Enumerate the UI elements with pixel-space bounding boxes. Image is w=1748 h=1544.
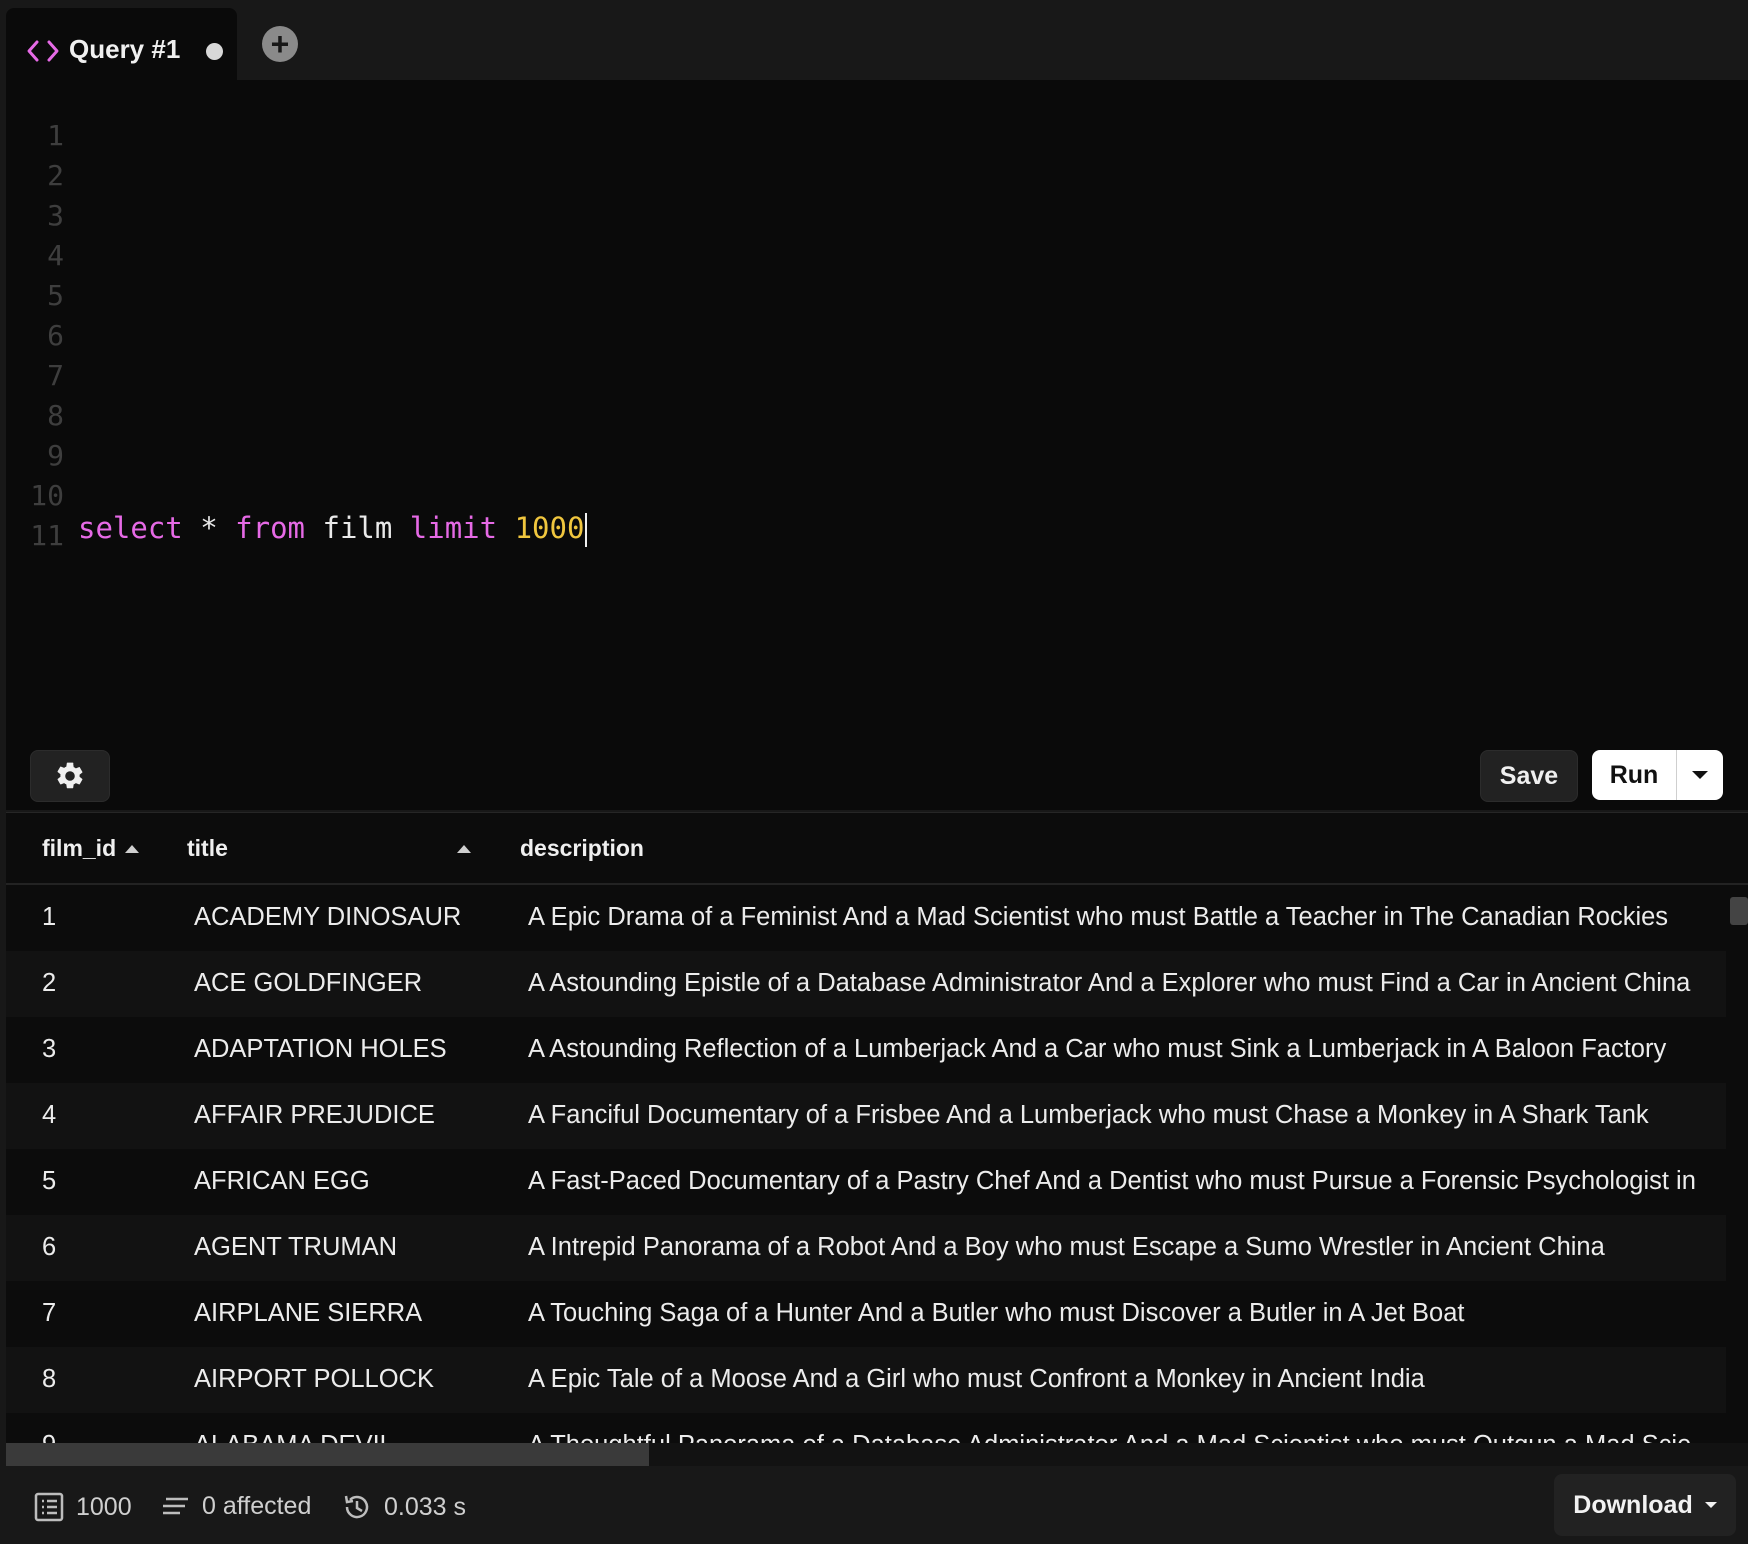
cell-description: A Intrepid Panorama of a Robot And a Boy… <box>528 1233 1605 1261</box>
tab-title: Query #1 <box>69 34 181 64</box>
cell-film-id: 1 <box>42 903 57 931</box>
download-label: Download <box>1573 1490 1693 1519</box>
keyword-select: select <box>78 511 183 545</box>
line-number: 3 <box>47 199 64 232</box>
table-header: film_id title description <box>6 813 1748 885</box>
cell-description: A Astounding Epistle of a Database Admin… <box>528 969 1691 997</box>
cell-title: AGENT TRUMAN <box>194 1233 398 1261</box>
cell-title: AFFAIR PREJUDICE <box>194 1101 435 1129</box>
keyword-from: from <box>235 511 306 545</box>
cell-description: A Touching Saga of a Hunter And a Butler… <box>528 1299 1465 1327</box>
cell-description: A Astounding Reflection of a Lumberjack … <box>528 1035 1667 1063</box>
cell-film-id: 8 <box>42 1365 57 1393</box>
code-line-4[interactable]: select * from film limit 1000 <box>78 508 588 548</box>
number-literal: 1000 <box>514 511 585 545</box>
line-number: 11 <box>30 519 64 552</box>
line-number: 6 <box>47 319 64 352</box>
gear-icon <box>57 762 83 789</box>
text-cursor <box>585 513 588 547</box>
run-options-button[interactable] <box>1677 750 1723 800</box>
run-button[interactable]: Run <box>1592 750 1677 800</box>
cell-title: ADAPTATION HOLES <box>194 1035 447 1063</box>
identifier-film: film <box>322 511 393 545</box>
cell-description: A Fanciful Documentary of a Frisbee And … <box>528 1101 1649 1129</box>
unsaved-dot-icon <box>206 43 223 60</box>
cell-description: A Epic Drama of a Feminist And a Mad Sci… <box>528 903 1669 931</box>
line-number-gutter: 1 2 3 4 5 6 7 8 9 10 11 <box>6 116 64 556</box>
line-number: 9 <box>47 439 64 472</box>
column-header-title[interactable]: title <box>187 835 228 862</box>
table-row[interactable]: 8 AIRPORT POLLOCK A Epic Tale of a Moose A… <box>6 1347 1726 1413</box>
duration-value: 0.033 s <box>384 1492 467 1521</box>
chevron-down-icon <box>1692 771 1708 779</box>
affected-value: 0 affected <box>202 1492 312 1520</box>
line-number: 8 <box>47 399 64 432</box>
add-tab-button[interactable]: + <box>262 26 298 62</box>
plus-icon: + <box>270 26 290 62</box>
cell-film-id: 4 <box>42 1101 57 1129</box>
table-rows-icon <box>34 1492 64 1522</box>
table-row[interactable]: 3 ADAPTATION HOLES A Astounding Reflection… <box>6 1017 1726 1083</box>
cell-description: A Fast-Paced Documentary of a Pastry Che… <box>528 1167 1696 1195</box>
sql-editor[interactable]: 1 2 3 4 5 6 7 8 9 10 11 select * from film limit 1… <box>6 80 1748 810</box>
line-number: 7 <box>47 359 64 392</box>
sort-asc-icon[interactable] <box>457 845 471 853</box>
lines-icon <box>163 1497 188 1514</box>
cell-film-id: 3 <box>42 1035 57 1063</box>
row-count: 1000 <box>34 1492 132 1522</box>
run-button-group: Run <box>1592 750 1723 800</box>
affected-count: 0 affected <box>160 1492 311 1521</box>
download-button[interactable]: Download <box>1554 1474 1736 1536</box>
row-count-value: 1000 <box>76 1492 132 1521</box>
code-icon <box>27 40 59 62</box>
cell-film-id: 2 <box>42 969 57 997</box>
line-number: 1 <box>47 119 64 152</box>
operator-star: * <box>200 511 218 545</box>
cell-title: ACADEMY DINOSAUR <box>194 903 462 931</box>
line-number: 5 <box>47 279 64 312</box>
table-row[interactable]: 7 AIRPLANE SIERRA A Touching Saga of a Hun… <box>6 1281 1726 1347</box>
column-header-description[interactable]: description <box>520 835 644 862</box>
table-row[interactable]: 1 ACADEMY DINOSAUR A Epic Drama of a Femin… <box>6 885 1726 951</box>
vertical-scroll-thumb[interactable] <box>1730 897 1748 925</box>
settings-button[interactable] <box>30 750 110 802</box>
status-bar: 1000 0 affected 0.033 s Download <box>6 1466 1748 1544</box>
cell-title: ACE GOLDFINGER <box>194 969 423 997</box>
cell-film-id: 5 <box>42 1167 57 1195</box>
line-number: 4 <box>47 239 64 272</box>
table-row[interactable]: 6 AGENT TRUMAN A Intrepid Panorama of a Ro… <box>6 1215 1726 1281</box>
chevron-down-icon <box>1704 1502 1717 1508</box>
save-button[interactable]: Save <box>1480 750 1578 802</box>
cell-film-id: 7 <box>42 1299 57 1327</box>
cell-title: AFRICAN EGG <box>194 1167 370 1195</box>
line-number: 2 <box>47 159 64 192</box>
keyword-limit: limit <box>409 511 498 545</box>
table-row[interactable]: 2 ACE GOLDFINGER A Astounding Epistle of a… <box>6 951 1726 1017</box>
results-table: film_id title description 1 ACADEMY DINOS… <box>6 812 1748 1467</box>
cell-title: AIRPLANE SIERRA <box>194 1299 423 1327</box>
column-header-film-id[interactable]: film_id <box>42 835 116 862</box>
cell-title: AIRPORT POLLOCK <box>194 1365 434 1393</box>
table-row[interactable]: 5 AFRICAN EGG A Fast-Paced Documentary of … <box>6 1149 1726 1215</box>
line-number: 10 <box>30 479 64 512</box>
code-area[interactable]: select * from film limit 1000 <box>78 116 588 616</box>
table-row[interactable]: 4 AFFAIR PREJUDICE A Fanciful Documentary … <box>6 1083 1726 1149</box>
horizontal-scroll-thumb[interactable] <box>6 1443 649 1467</box>
cell-film-id: 6 <box>42 1233 57 1261</box>
tab-query-1[interactable]: Query #1 <box>6 8 237 80</box>
horizontal-scrollbar[interactable] <box>6 1443 1748 1467</box>
cell-description: A Epic Tale of a Moose And a Girl who mu… <box>528 1365 1425 1393</box>
vertical-scrollbar[interactable] <box>1728 885 1748 1460</box>
query-duration: 0.033 s <box>342 1492 466 1522</box>
history-clock-icon <box>344 1495 369 1519</box>
sort-asc-icon[interactable] <box>125 845 139 853</box>
tab-bar: Query #1 + <box>0 0 1748 80</box>
table-body: 1 ACADEMY DINOSAUR A Epic Drama of a Femin… <box>6 885 1742 1459</box>
